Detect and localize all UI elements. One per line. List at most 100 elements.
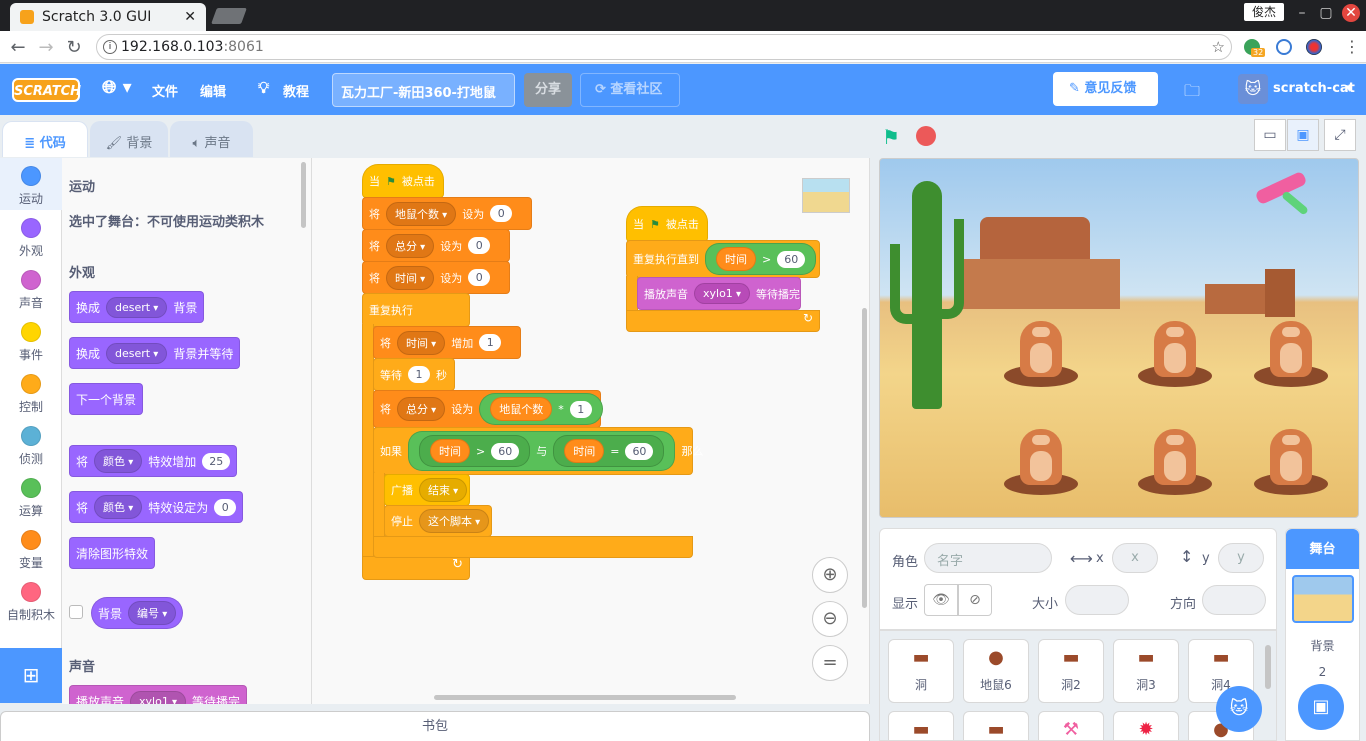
backdrop-dropdown[interactable]: desert	[106, 342, 168, 364]
sprite-tile[interactable]: ⚒	[1038, 711, 1104, 740]
effect-dropdown[interactable]: 颜色	[94, 495, 143, 519]
sprite-tile[interactable]: ✹	[1113, 711, 1179, 740]
set-variable-block[interactable]: 将 地鼠个数 设为 0	[362, 197, 532, 230]
category-control[interactable]: 控制	[0, 366, 62, 418]
equals-operator[interactable]: 时间 = 60	[553, 435, 665, 467]
minimize-icon[interactable]: –	[1292, 4, 1312, 22]
greater-than-operator[interactable]: 时间 > 60	[705, 243, 817, 275]
effect-value-input[interactable]: 25	[202, 452, 231, 470]
sprite-list-scrollbar[interactable]	[1265, 645, 1271, 689]
maximize-icon[interactable]: ▢	[1316, 4, 1336, 22]
code-workspace[interactable]: 当 ⚑ 被点击 将 地鼠个数 设为 0 将 总分 设为 0 将 时间 设为 0 …	[312, 158, 870, 704]
size-input[interactable]	[1065, 585, 1129, 615]
workspace-vertical-scrollbar[interactable]	[862, 308, 867, 608]
value-input[interactable]: 0	[468, 269, 491, 286]
block-change-effect[interactable]: 将 颜色 特效增加 25	[69, 445, 238, 477]
user-avatar[interactable]: 🐱︎	[1238, 74, 1268, 104]
variable-reporter[interactable]: 时间	[716, 247, 756, 271]
zoom-extension-icon[interactable]	[1276, 39, 1292, 55]
language-globe-icon[interactable]: 🌐︎ ▾	[102, 77, 132, 98]
menu-edit[interactable]: 编辑	[200, 81, 226, 100]
hide-eye-icon[interactable]: ⊘	[958, 584, 992, 616]
multiply-operator[interactable]: 地鼠个数 * 1	[479, 393, 603, 425]
repeat-until-block[interactable]: 重复执行直到 时间 > 60	[626, 240, 820, 278]
new-tab-button[interactable]	[211, 8, 247, 24]
tab-code[interactable]: ≣ 代码	[2, 121, 88, 157]
browser-tab[interactable]: Scratch 3.0 GUI ✕	[10, 3, 206, 31]
value-input[interactable]: 60	[777, 250, 806, 268]
bookmark-star-icon[interactable]: ☆	[1212, 38, 1225, 56]
account-username[interactable]: scratch-cat	[1273, 81, 1355, 96]
back-icon[interactable]: ←	[6, 37, 30, 58]
set-variable-block[interactable]: 将 时间 设为 0	[362, 261, 510, 294]
add-sprite-cat-icon[interactable]: 🐱︎	[1216, 686, 1262, 732]
block-switch-backdrop[interactable]: 换成 desert 背景	[69, 291, 205, 323]
variable-dropdown[interactable]: 总分	[397, 397, 446, 421]
value-input[interactable]: 0	[468, 237, 491, 254]
category-variables[interactable]: 变量	[0, 522, 62, 574]
category-sensing[interactable]: 侦测	[0, 418, 62, 470]
zoom-out-icon[interactable]: ⊖	[812, 601, 848, 637]
variable-dropdown[interactable]: 总分	[386, 233, 435, 258]
hat-when-flag-clicked[interactable]: 当 ⚑ 被点击	[626, 206, 708, 242]
block-clear-effects[interactable]: 清除图形特效	[69, 537, 156, 569]
workspace-horizontal-scrollbar[interactable]	[434, 695, 736, 700]
project-title-input[interactable]: 瓦力工厂-新田360-打地鼠	[332, 73, 515, 107]
block-set-effect[interactable]: 将 颜色 特效设定为 0	[69, 491, 244, 523]
hat-when-flag-clicked[interactable]: 当 ⚑ 被点击	[362, 164, 444, 198]
message-dropdown[interactable]: 结束	[419, 478, 468, 502]
direction-input[interactable]	[1202, 585, 1266, 615]
variable-dropdown[interactable]: 地鼠个数	[386, 201, 457, 226]
browser-menu-icon[interactable]: ⋮	[1344, 37, 1360, 56]
sprite-tile[interactable]: ● 地鼠6	[963, 639, 1029, 703]
block-next-backdrop[interactable]: 下一个背景	[69, 383, 144, 415]
variable-reporter[interactable]: 地鼠个数	[490, 397, 553, 421]
value-input[interactable]: 1	[569, 400, 592, 418]
block-backdrop-reporter[interactable]: 背景 编号	[91, 597, 184, 629]
sprite-tile[interactable]: ▬	[888, 711, 954, 740]
block-play-sound-until-done[interactable]: 播放声音 xylo1 等待播完	[69, 685, 248, 704]
green-flag-button[interactable]: ⚑	[882, 125, 900, 149]
my-stuff-folder-icon[interactable]: 🗀	[1184, 80, 1200, 107]
small-stage-icon[interactable]: ▭	[1254, 119, 1286, 151]
sprite-tile[interactable]: ▬ 洞3	[1113, 639, 1179, 703]
close-tab-icon[interactable]: ✕	[184, 9, 196, 25]
x-input[interactable]: x	[1112, 543, 1158, 573]
large-stage-icon[interactable]: ▣	[1287, 119, 1319, 151]
variable-dropdown[interactable]: 时间	[386, 265, 435, 290]
reload-icon[interactable]: ↻	[62, 37, 86, 58]
sprite-tile[interactable]: ▬ 洞2	[1038, 639, 1104, 703]
sprite-name-input[interactable]: 名字	[924, 543, 1052, 573]
category-events[interactable]: 事件	[0, 314, 62, 366]
stage-selector[interactable]: 舞台 背景 2 ▣	[1285, 528, 1360, 741]
y-input[interactable]: y	[1218, 543, 1264, 573]
value-input[interactable]: 0	[490, 205, 513, 222]
wait-block[interactable]: 等待 1 秒	[373, 358, 455, 391]
and-operator[interactable]: 时间 > 60 与 时间 = 60	[408, 431, 676, 471]
variable-reporter[interactable]: 时间	[564, 439, 605, 463]
value-input[interactable]: 1	[479, 334, 502, 351]
category-looks[interactable]: 外观	[0, 210, 62, 262]
fullscreen-icon[interactable]: ⤢	[1324, 119, 1356, 151]
zoom-reset-icon[interactable]: =	[812, 645, 848, 681]
if-then-block[interactable]: 如果 时间 > 60 与 时间 = 60 那么	[373, 427, 703, 475]
feedback-button[interactable]: ✎ 意见反馈	[1053, 72, 1158, 106]
backdrop-dropdown[interactable]: desert	[106, 296, 168, 318]
forward-icon[interactable]: →	[34, 37, 58, 58]
share-button[interactable]: 分享	[524, 73, 572, 107]
value-input[interactable]: 1	[408, 366, 430, 383]
category-motion[interactable]: 运动	[0, 158, 62, 210]
sprite-tile[interactable]: ▬	[963, 711, 1029, 740]
tutorials-bulb-icon[interactable]: 💡︎	[258, 78, 269, 98]
stage-canvas[interactable]	[879, 158, 1359, 518]
browser-profile-name[interactable]: 俊杰	[1244, 3, 1284, 21]
sound-dropdown[interactable]: xylo1	[130, 690, 187, 704]
show-eye-icon[interactable]: 👁︎	[924, 584, 958, 616]
backdrop-number-dropdown[interactable]: 编号	[128, 601, 177, 625]
category-sound[interactable]: 声音	[0, 262, 62, 314]
stop-block[interactable]: 停止 这个脚本	[384, 505, 492, 537]
color-extension-icon[interactable]	[1306, 39, 1322, 55]
broadcast-block[interactable]: 广播 结束	[384, 474, 470, 506]
category-operators[interactable]: 运算	[0, 470, 62, 522]
stop-button[interactable]	[916, 126, 936, 146]
